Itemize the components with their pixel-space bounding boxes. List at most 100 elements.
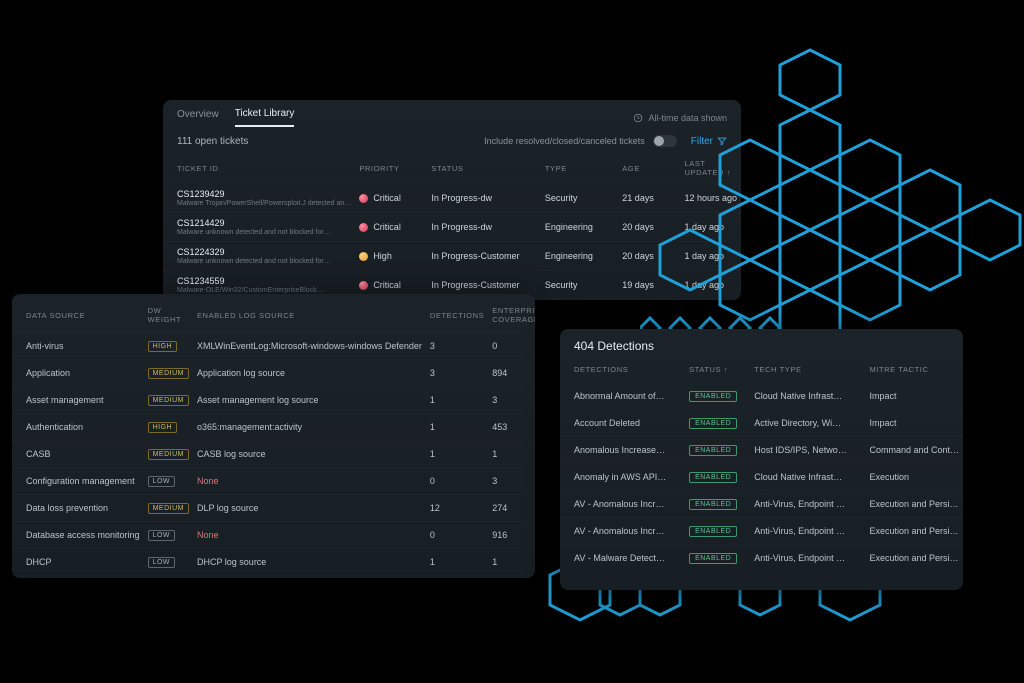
status-enabled-badge: ENABLED (689, 418, 737, 429)
ticket-id: CS1234559 (177, 276, 225, 286)
detections-title: 404 Detections (560, 337, 963, 361)
col-priority[interactable]: PRIORITY (355, 155, 427, 184)
dw-weight-badge: LOW (148, 530, 175, 541)
col-mitre-tactic[interactable]: MITRE TACTIC (865, 361, 963, 383)
detection-row[interactable]: AV - Anomalous Incr…ENABLEDAnti-Virus, E… (560, 518, 963, 545)
detections-count: 3 (426, 360, 488, 387)
data-source-name: Database access monitoring (12, 522, 144, 549)
detections-panel: 404 Detections DETECTIONS STATUS ↑ TECH … (560, 329, 963, 590)
detection-row[interactable]: AV - Anomalous Incr…ENABLEDAnti-Virus, E… (560, 491, 963, 518)
data-source-name: Configuration management (12, 468, 144, 495)
ticket-type: Security (541, 184, 618, 213)
col-dw-weight[interactable]: DW WEIGHT (144, 300, 193, 333)
ticket-type: Engineering (541, 242, 618, 271)
detections-count: 0 (426, 522, 488, 549)
enterprise-coverage: 3 (488, 468, 535, 495)
ticket-status: In Progress-Customer (427, 242, 540, 271)
data-source-row[interactable]: Database access monitoringLOWNone0916 (12, 522, 535, 549)
data-source-row[interactable]: DHCPLOWDHCP log source11 (12, 549, 535, 576)
detection-name: AV - Malware Detect… (560, 545, 685, 572)
detections-table: DETECTIONS STATUS ↑ TECH TYPE MITRE TACT… (560, 361, 963, 571)
detection-row[interactable]: Account Deleted ENABLED Active Directory, … (560, 410, 963, 437)
ticket-subject: Malware-OLE/Win32/CustomEnterpriseBlock… (177, 287, 351, 294)
col-log-source[interactable]: ENABLED LOG SOURCE (193, 300, 426, 333)
log-source: DHCP log source (197, 557, 266, 567)
priority-label: High (373, 251, 392, 261)
ticket-status: In Progress-dw (427, 184, 540, 213)
col-coverage[interactable]: ENTERPRISE COVERAGE (488, 300, 535, 333)
dw-weight-badge: MEDIUM (148, 503, 189, 514)
detection-row[interactable]: Anomaly in AWS API…ENABLEDCloud Native I… (560, 464, 963, 491)
dw-weight-badge: MEDIUM (148, 395, 189, 406)
tech-type: Anti-Virus, Endpoint … (750, 491, 865, 518)
tab-overview[interactable]: Overview (177, 109, 219, 126)
mitre-tactic: Impact (865, 383, 963, 410)
ticket-id: CS1224329 (177, 247, 225, 257)
log-source-none: None (197, 530, 219, 540)
status-enabled-badge: ENABLED (689, 391, 737, 402)
log-source: CASB log source (197, 449, 266, 459)
detection-name: Account Deleted (560, 410, 685, 437)
dw-weight-badge: LOW (148, 476, 175, 487)
detection-row[interactable]: AV - Malware Detect…ENABLEDAnti-Virus, E… (560, 545, 963, 572)
priority-label: Critical (373, 222, 401, 232)
log-source: Asset management log source (197, 395, 319, 405)
enterprise-coverage: 3 (488, 387, 535, 414)
data-source-row[interactable]: Data loss preventionMEDIUMDLP log source… (12, 495, 535, 522)
ticket-subject: Malware Trojan/PowerShell/Powersploit.J … (177, 200, 351, 207)
data-source-row[interactable]: Anti-virusHIGHXMLWinEventLog:Microsoft-w… (12, 333, 535, 360)
data-source-panel: DATA SOURCE DW WEIGHT ENABLED LOG SOURCE… (12, 294, 535, 578)
data-source-row[interactable]: ApplicationMEDIUMApplication log source3… (12, 360, 535, 387)
log-source: Application log source (197, 368, 285, 378)
enterprise-coverage: 894 (488, 360, 535, 387)
col-status[interactable]: STATUS (427, 155, 540, 184)
priority-dot-icon (359, 223, 368, 232)
col-ticket-id[interactable]: TICKET ID (163, 155, 355, 184)
col-tech-type[interactable]: TECH TYPE (750, 361, 865, 383)
priority-label: Critical (373, 280, 401, 290)
detections-count: 3 (426, 333, 488, 360)
tech-type: Active Directory, Wi… (750, 410, 865, 437)
col-detections[interactable]: DETECTIONS (426, 300, 488, 333)
data-source-row[interactable]: AuthenticationHIGHo365:management:activi… (12, 414, 535, 441)
mitre-tactic: Execution (865, 464, 963, 491)
dw-weight-badge: MEDIUM (148, 368, 189, 379)
dw-weight-badge: MEDIUM (148, 449, 189, 460)
data-source-table: DATA SOURCE DW WEIGHT ENABLED LOG SOURCE… (12, 300, 535, 578)
enterprise-coverage: 1 (488, 441, 535, 468)
data-source-row[interactable]: hostLOWNone056 (12, 576, 535, 579)
detections-count: 1 (426, 441, 488, 468)
data-source-row[interactable]: Asset management MEDIUM Asset management l… (12, 387, 535, 414)
detection-name: AV - Anomalous Incr… (560, 491, 685, 518)
data-source-name: Asset management (12, 387, 144, 414)
status-enabled-badge: ENABLED (689, 526, 737, 537)
mitre-tactic: Execution and Persi… (865, 545, 963, 572)
col-detection-status[interactable]: STATUS ↑ (685, 361, 750, 383)
data-source-name: Anti-virus (12, 333, 144, 360)
tab-ticket-library[interactable]: Ticket Library (235, 108, 295, 127)
detection-row[interactable]: Abnormal Amount of…ENABLEDCloud Native I… (560, 383, 963, 410)
detections-count: 1 (426, 549, 488, 576)
col-data-source[interactable]: DATA SOURCE (12, 300, 144, 333)
col-detection-name[interactable]: DETECTIONS (560, 361, 685, 383)
decorative-hexes-top (640, 40, 1024, 350)
data-source-name: Authentication (12, 414, 144, 441)
detection-row[interactable]: Anomalous Increase…ENABLEDHost IDS/IPS, … (560, 437, 963, 464)
tech-type: Host IDS/IPS, Netwo… (750, 437, 865, 464)
priority-dot-icon (359, 252, 368, 261)
data-source-name: DHCP (12, 549, 144, 576)
ticket-type: Engineering (541, 300, 618, 301)
detection-name: Abnormal Amount of… (560, 383, 685, 410)
ticket-type: Security (541, 271, 618, 300)
detections-count: 0 (426, 576, 488, 579)
priority-dot-icon (359, 194, 368, 203)
log-source: DLP log source (197, 503, 258, 513)
data-source-row[interactable]: Configuration managementLOWNone03 (12, 468, 535, 495)
detection-name: Anomaly in AWS API… (560, 464, 685, 491)
col-type[interactable]: TYPE (541, 155, 618, 184)
data-source-name: host (12, 576, 144, 579)
mitre-tactic: Command and Cont… (865, 437, 963, 464)
mitre-tactic: Execution and Persi… (865, 491, 963, 518)
log-source: XMLWinEventLog:Microsoft-windows-windows… (197, 341, 422, 351)
data-source-row[interactable]: CASBMEDIUMCASB log source11 (12, 441, 535, 468)
